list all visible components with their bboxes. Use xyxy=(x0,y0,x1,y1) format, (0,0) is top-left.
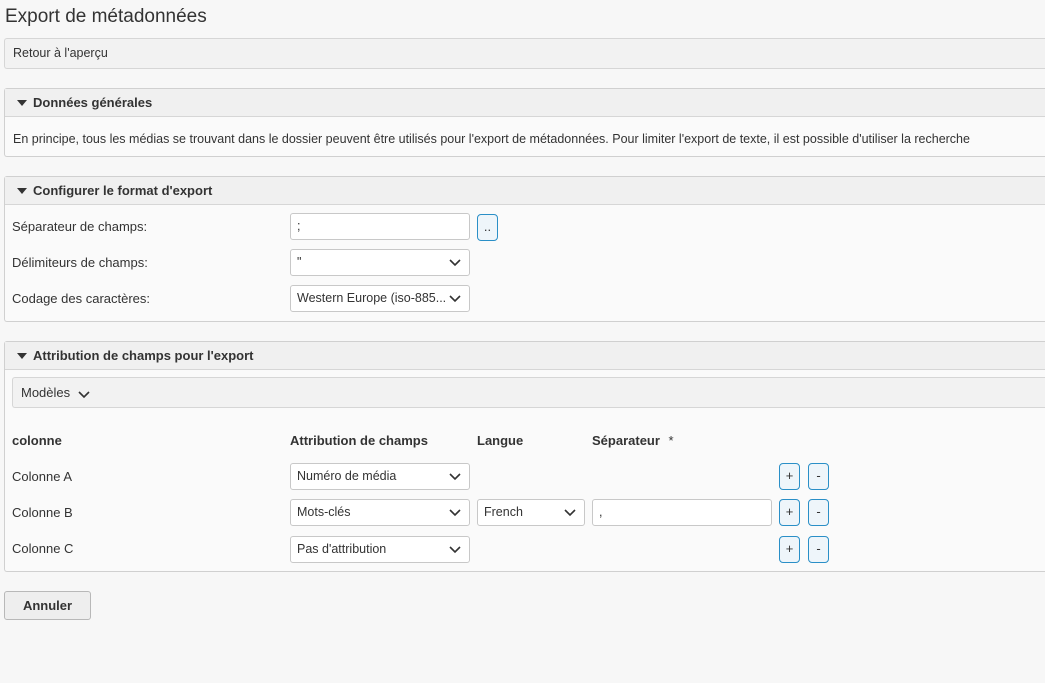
separator-header: Séparateur * xyxy=(592,433,674,448)
language-value: French xyxy=(484,505,523,519)
field-mapping-header[interactable]: Attribution de champs pour l'export xyxy=(5,342,1045,370)
chevron-down-icon xyxy=(449,509,461,517)
table-row-label: Colonne A xyxy=(12,469,72,484)
attribution-value: Mots-clés xyxy=(297,505,351,519)
collapse-triangle-icon xyxy=(17,353,27,359)
field-mapping-panel: Attribution de champs pour l'export xyxy=(4,341,1045,572)
encoding-select[interactable]: Western Europe (iso-885... xyxy=(290,285,470,312)
general-data-text: En principe, tous les médias se trouvant… xyxy=(13,132,970,146)
add-row-button[interactable]: + xyxy=(779,536,800,563)
page-title: Export de métadonnées xyxy=(5,6,207,27)
required-marker: * xyxy=(668,433,674,448)
column-header: colonne xyxy=(12,433,62,448)
back-bar: Retour à l'aperçu xyxy=(4,38,1045,69)
field-delimiter-value: " xyxy=(297,255,302,269)
chevron-down-icon xyxy=(449,259,461,267)
attribution-value: Numéro de média xyxy=(297,469,397,483)
language-header: Langue xyxy=(477,433,524,448)
remove-row-button[interactable]: - xyxy=(808,463,829,490)
export-format-title: Configurer le format d'export xyxy=(33,183,213,198)
field-separator-picker-button[interactable]: .. xyxy=(477,214,498,241)
attribution-value: Pas d'attribution xyxy=(297,542,387,556)
field-mapping-title: Attribution de champs pour l'export xyxy=(33,348,254,363)
field-separator-label: Séparateur de champs: xyxy=(12,219,148,234)
field-delimiter-select[interactable]: " xyxy=(290,249,470,276)
chevron-down-icon xyxy=(449,546,461,554)
back-to-overview-link[interactable]: Retour à l'aperçu xyxy=(13,46,108,60)
chevron-down-icon xyxy=(78,391,90,399)
encoding-label: Codage des caractères: xyxy=(12,291,151,306)
remove-row-button[interactable]: - xyxy=(808,499,829,526)
table-row-label: Colonne B xyxy=(12,505,73,520)
export-format-header[interactable]: Configurer le format d'export xyxy=(5,177,1045,205)
separator-input[interactable]: , xyxy=(592,499,772,526)
chevron-down-icon xyxy=(564,509,576,517)
general-data-title: Données générales xyxy=(33,95,153,110)
separator-header-label: Séparateur xyxy=(592,433,660,448)
general-data-panel: Données générales En principe, tous les … xyxy=(4,88,1045,157)
models-dropdown[interactable]: Modèles xyxy=(12,377,1045,408)
attribution-header: Attribution de champs xyxy=(290,433,428,448)
language-select[interactable]: French xyxy=(477,499,585,526)
field-separator-input[interactable]: ; xyxy=(290,213,470,240)
collapse-triangle-icon xyxy=(17,188,27,194)
field-delimiter-label: Délimiteurs de champs: xyxy=(12,255,148,270)
cancel-button[interactable]: Annuler xyxy=(4,591,91,620)
collapse-triangle-icon xyxy=(17,100,27,106)
export-format-panel: Configurer le format d'export xyxy=(4,176,1045,322)
chevron-down-icon xyxy=(449,473,461,481)
chevron-down-icon xyxy=(449,295,461,303)
attribution-select[interactable]: Mots-clés xyxy=(290,499,470,526)
general-data-header[interactable]: Données générales xyxy=(5,89,1045,117)
attribution-select[interactable]: Numéro de média xyxy=(290,463,470,490)
remove-row-button[interactable]: - xyxy=(808,536,829,563)
models-label: Modèles xyxy=(21,385,71,400)
add-row-button[interactable]: + xyxy=(779,463,800,490)
encoding-value: Western Europe (iso-885... xyxy=(297,291,447,305)
table-row-label: Colonne C xyxy=(12,541,74,556)
attribution-select[interactable]: Pas d'attribution xyxy=(290,536,470,563)
add-row-button[interactable]: + xyxy=(779,499,800,526)
